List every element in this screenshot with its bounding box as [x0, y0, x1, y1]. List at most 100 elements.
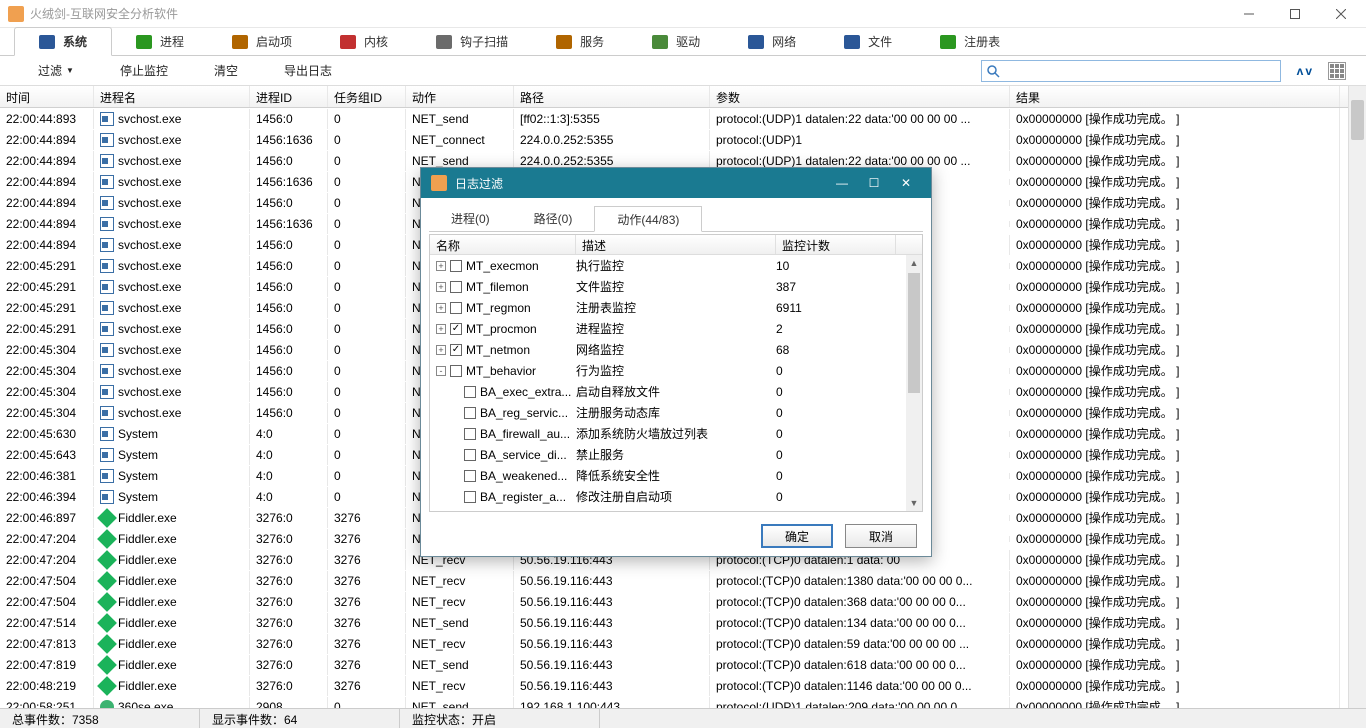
filter-count: 0 — [776, 406, 896, 420]
dialog-tabs: 进程(0)路径(0)动作(44/83) — [429, 206, 923, 232]
checkbox[interactable] — [450, 344, 462, 356]
table-row[interactable]: 22:00:47:504Fiddler.exe3276:03276NET_rec… — [0, 570, 1348, 591]
expand-icon[interactable]: + — [436, 282, 446, 292]
col-time[interactable]: 时间 — [0, 86, 94, 107]
checkbox[interactable] — [464, 491, 476, 503]
checkbox[interactable] — [450, 323, 462, 335]
cancel-button[interactable]: 取消 — [845, 524, 917, 548]
filter-row[interactable]: +MT_filemon文件监控387 — [430, 276, 922, 297]
dialog-tab[interactable]: 动作(44/83) — [594, 206, 702, 232]
clear-button[interactable]: 清空 — [196, 60, 256, 81]
ok-button[interactable]: 确定 — [761, 524, 833, 548]
checkbox[interactable] — [450, 281, 462, 293]
filter-row[interactable]: +MT_execmon执行监控10 — [430, 255, 922, 276]
process-icon — [100, 448, 114, 462]
checkbox[interactable] — [464, 470, 476, 482]
tab-内核[interactable]: 内核 — [316, 28, 412, 55]
col-action[interactable]: 动作 — [406, 86, 514, 107]
col-proc[interactable]: 进程名 — [94, 86, 250, 107]
process-icon — [100, 175, 114, 189]
dlg-col-desc[interactable]: 描述 — [576, 235, 776, 254]
tab-注册表[interactable]: 注册表 — [916, 28, 1024, 55]
tab-系统[interactable]: 系统 — [14, 27, 112, 56]
process-icon — [100, 385, 114, 399]
checkbox[interactable] — [450, 260, 462, 272]
checkbox[interactable] — [464, 428, 476, 440]
col-pid[interactable]: 进程ID — [250, 86, 328, 107]
dlg-col-count[interactable]: 监控计数 — [776, 235, 896, 254]
search-up-icon[interactable]: ʌ — [1297, 64, 1304, 78]
tab-服务[interactable]: 服务 — [532, 28, 628, 55]
filter-row[interactable]: BA_exec_extra...启动自释放文件0 — [430, 381, 922, 402]
vertical-scrollbar[interactable] — [1348, 86, 1366, 708]
tab-文件[interactable]: 文件 — [820, 28, 916, 55]
dialog-scrollbar[interactable]: ▲▼ — [906, 255, 922, 511]
table-row[interactable]: 22:00:47:514Fiddler.exe3276:03276NET_sen… — [0, 612, 1348, 633]
process-icon — [97, 613, 117, 633]
dialog-maximize-button[interactable]: ☐ — [859, 173, 889, 193]
dialog-minimize-button[interactable]: — — [827, 173, 857, 193]
dialog-close-button[interactable]: ✕ — [891, 173, 921, 193]
dialog-titlebar[interactable]: 日志过滤 — ☐ ✕ — [421, 168, 931, 198]
filter-row[interactable]: BA_firewall_au...添加系统防火墙放过列表0 — [430, 423, 922, 444]
checkbox[interactable] — [464, 386, 476, 398]
col-path[interactable]: 路径 — [514, 86, 710, 107]
checkbox[interactable] — [450, 365, 462, 377]
app-icon — [8, 6, 24, 22]
filter-row[interactable]: +MT_procmon进程监控2 — [430, 318, 922, 339]
filter-row[interactable]: BA_service_di...禁止服务0 — [430, 444, 922, 465]
expand-icon[interactable]: + — [436, 261, 446, 271]
dialog-icon — [431, 175, 447, 191]
filter-desc: 禁止服务 — [576, 446, 776, 463]
titlebar: 火绒剑-互联网安全分析软件 — [0, 0, 1366, 28]
table-row[interactable]: 22:00:48:219Fiddler.exe3276:03276NET_rec… — [0, 675, 1348, 696]
dialog-tab[interactable]: 路径(0) — [512, 206, 595, 231]
tab-进程[interactable]: 进程 — [112, 28, 208, 55]
filter-button[interactable]: 过滤▼ — [20, 60, 92, 81]
filter-row[interactable]: +MT_netmon网络监控68 — [430, 339, 922, 360]
table-row[interactable]: 22:00:47:813Fiddler.exe3276:03276NET_rec… — [0, 633, 1348, 654]
filter-row[interactable]: +MT_regmon注册表监控6911 — [430, 297, 922, 318]
expand-icon[interactable]: + — [436, 303, 446, 313]
dialog-tab[interactable]: 进程(0) — [429, 206, 512, 231]
checkbox[interactable] — [450, 302, 462, 314]
expand-icon[interactable]: + — [436, 345, 446, 355]
col-result[interactable]: 结果 — [1010, 86, 1340, 107]
table-row[interactable]: 22:00:47:504Fiddler.exe3276:03276NET_rec… — [0, 591, 1348, 612]
filter-row[interactable]: BA_register_a...修改注册自启动项0 — [430, 486, 922, 507]
minimize-button[interactable] — [1226, 0, 1272, 28]
maximize-button[interactable] — [1272, 0, 1318, 28]
stop-monitor-button[interactable]: 停止监控 — [102, 60, 186, 81]
col-param[interactable]: 参数 — [710, 86, 1010, 107]
search-input[interactable] — [981, 60, 1281, 82]
dlg-col-name[interactable]: 名称 — [430, 235, 576, 254]
expand-icon[interactable]: - — [436, 366, 446, 376]
close-button[interactable] — [1318, 0, 1364, 28]
filter-desc: 启动自释放文件 — [576, 383, 776, 400]
col-task[interactable]: 任务组ID — [328, 86, 406, 107]
process-icon — [100, 343, 114, 357]
export-log-button[interactable]: 导出日志 — [266, 60, 350, 81]
tab-label: 驱动 — [676, 33, 700, 50]
checkbox[interactable] — [464, 407, 476, 419]
checkbox[interactable] — [464, 449, 476, 461]
table-row[interactable]: 22:00:44:893svchost.exe1456:00NET_send[f… — [0, 108, 1348, 129]
expand-icon[interactable]: + — [436, 324, 446, 334]
tab-驱动[interactable]: 驱动 — [628, 28, 724, 55]
grid-view-button[interactable] — [1328, 62, 1346, 80]
filter-row[interactable]: BA_weakened...降低系统安全性0 — [430, 465, 922, 486]
filter-count: 6911 — [776, 301, 896, 315]
table-row[interactable]: 22:00:44:894svchost.exe1456:16360NET_con… — [0, 129, 1348, 150]
filter-desc: 添加系统防火墙放过列表 — [576, 425, 776, 442]
tab-钩子扫描[interactable]: 钩子扫描 — [412, 28, 532, 55]
tab-启动项[interactable]: 启动项 — [208, 28, 316, 55]
tab-icon — [652, 35, 668, 49]
process-icon — [100, 364, 114, 378]
filter-row[interactable]: BA_reg_servic...注册服务动态库0 — [430, 402, 922, 423]
search-down-icon[interactable]: v — [1305, 64, 1312, 78]
table-row[interactable]: 22:00:58:251360se.exe29080NET_send192.16… — [0, 696, 1348, 708]
filter-row[interactable]: -MT_behavior行为监控0 — [430, 360, 922, 381]
table-row[interactable]: 22:00:47:819Fiddler.exe3276:03276NET_sen… — [0, 654, 1348, 675]
tab-label: 系统 — [63, 33, 87, 50]
tab-网络[interactable]: 网络 — [724, 28, 820, 55]
